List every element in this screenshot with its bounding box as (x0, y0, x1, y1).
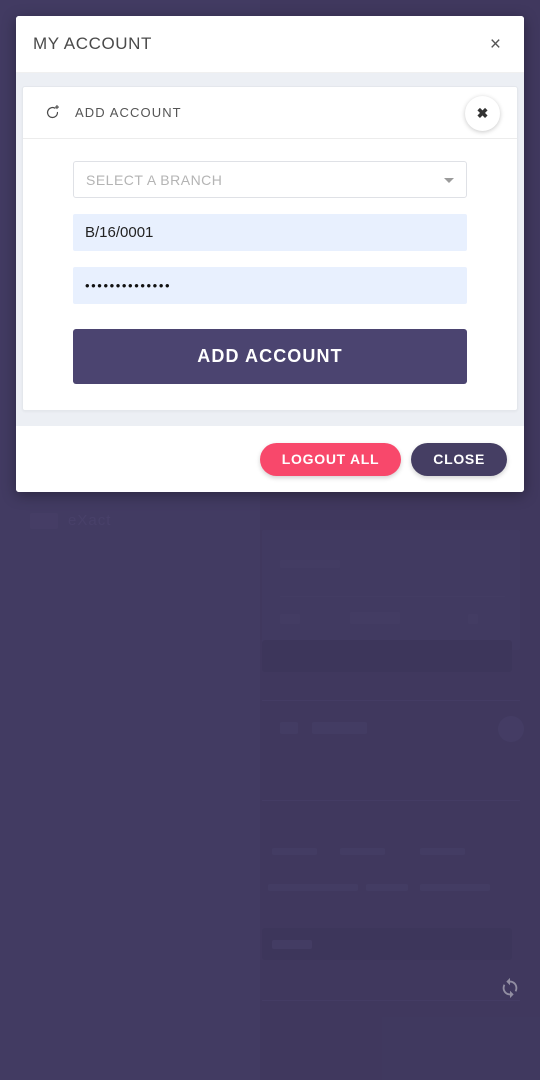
username-input[interactable]: B/16/0001 (73, 214, 467, 251)
add-account-form: SELECT A BRANCH B/16/0001 ••••••••••••••… (23, 139, 517, 384)
close-button[interactable]: CLOSE (411, 442, 507, 476)
add-account-submit-button[interactable]: ADD ACCOUNT (73, 329, 467, 384)
logout-all-button[interactable]: LOGOUT ALL (259, 442, 402, 476)
my-account-modal: MY ACCOUNT × ADD ACCOUNT ✖ SELECT A BRAN… (16, 16, 524, 492)
add-account-card-title: ADD ACCOUNT (75, 105, 182, 120)
branch-select[interactable]: SELECT A BRANCH (73, 161, 467, 198)
modal-header: MY ACCOUNT × (16, 16, 524, 73)
modal-footer: LOGOUT ALL CLOSE (16, 426, 524, 492)
add-account-card-header: ADD ACCOUNT ✖ (23, 87, 517, 139)
modal-close-icon[interactable]: × (484, 31, 507, 58)
password-input[interactable]: •••••••••••••• (73, 267, 467, 304)
chevron-down-icon (444, 177, 454, 183)
add-account-icon (43, 104, 61, 122)
page-title: MY ACCOUNT (33, 34, 153, 53)
add-account-close-button[interactable]: ✖ (465, 96, 500, 131)
add-account-card: ADD ACCOUNT ✖ SELECT A BRANCH B/16/0001 … (22, 86, 518, 411)
branch-select-placeholder: SELECT A BRANCH (86, 171, 223, 188)
modal-body: ADD ACCOUNT ✖ SELECT A BRANCH B/16/0001 … (16, 73, 524, 426)
